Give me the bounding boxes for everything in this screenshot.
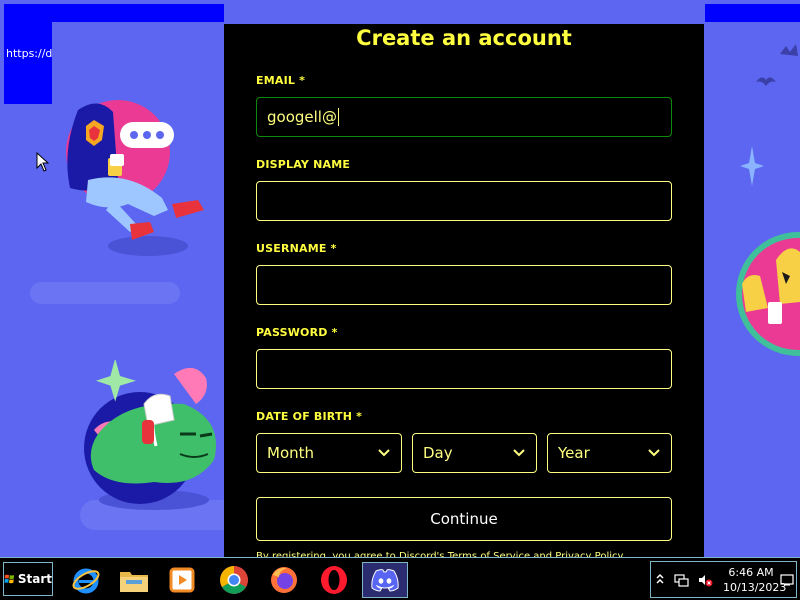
green-creature-illustration: [84, 360, 216, 510]
terms-fine-print: By registering, you agree to Discord's T…: [256, 551, 624, 557]
month-select[interactable]: Month: [256, 433, 402, 473]
password-field[interactable]: [256, 349, 672, 389]
clock[interactable]: 6:46 AM 10/13/2023: [723, 565, 787, 595]
display-name-field[interactable]: [256, 181, 672, 221]
browser-window-fragment[interactable]: https://d: [4, 22, 52, 104]
mouse-cursor-icon: [36, 152, 50, 172]
network-icon[interactable]: [673, 572, 689, 588]
browser-titlebar-fragment: [4, 4, 224, 22]
chevron-down-icon: [512, 446, 526, 460]
chrome-icon[interactable]: [214, 562, 254, 598]
month-placeholder: Month: [267, 444, 315, 462]
email-field[interactable]: googell@: [256, 97, 672, 137]
clock-date: 10/13/2023: [723, 581, 787, 594]
media-player-icon[interactable]: [162, 562, 202, 598]
email-value: googell@: [267, 108, 337, 126]
password-label: PASSWORD *: [256, 326, 338, 339]
cloud-decoration: [30, 282, 180, 304]
browser-titlebar-fragment-right: [705, 4, 800, 22]
email-label: EMAIL *: [256, 74, 306, 87]
clock-time: 6:46 AM: [728, 566, 774, 579]
system-tray: 6:46 AM 10/13/2023: [650, 561, 797, 598]
flying-creature-icon: [756, 77, 776, 86]
chevron-up-icon[interactable]: [655, 572, 665, 586]
start-button[interactable]: Start: [3, 562, 53, 596]
taskbar: Start 6:46 AM 10/13/2023: [0, 557, 800, 600]
year-placeholder: Year: [558, 444, 590, 462]
sparkle-icon: [740, 146, 764, 186]
windows-logo-icon: [4, 574, 15, 584]
person-with-phone-illustration: [66, 100, 204, 256]
show-desktop-icon[interactable]: [780, 574, 794, 586]
continue-button[interactable]: Continue: [256, 497, 672, 541]
flying-creature-icon: [780, 44, 798, 56]
year-select[interactable]: Year: [547, 433, 672, 473]
username-label: USERNAME *: [256, 242, 337, 255]
start-label: Start: [17, 572, 52, 586]
chevron-down-icon: [377, 446, 391, 460]
volume-muted-icon[interactable]: [697, 572, 713, 588]
firefox-icon[interactable]: [264, 562, 304, 598]
file-explorer-icon[interactable]: [114, 562, 154, 598]
discord-icon[interactable]: [362, 562, 408, 598]
username-field[interactable]: [256, 265, 672, 305]
day-select[interactable]: Day: [412, 433, 537, 473]
create-account-modal: Create an account EMAIL * googell@ DISPL…: [224, 24, 704, 557]
day-placeholder: Day: [423, 444, 453, 462]
modal-title: Create an account: [356, 26, 572, 50]
opera-icon[interactable]: [314, 562, 354, 598]
celebration-illustration: [736, 232, 800, 356]
text-caret: [337, 108, 339, 126]
display-name-label: DISPLAY NAME: [256, 158, 351, 171]
internet-explorer-icon[interactable]: [66, 562, 106, 598]
browser-url-text: https://d: [6, 47, 52, 60]
date-of-birth-label: DATE OF BIRTH *: [256, 410, 363, 423]
chevron-down-icon: [647, 446, 661, 460]
